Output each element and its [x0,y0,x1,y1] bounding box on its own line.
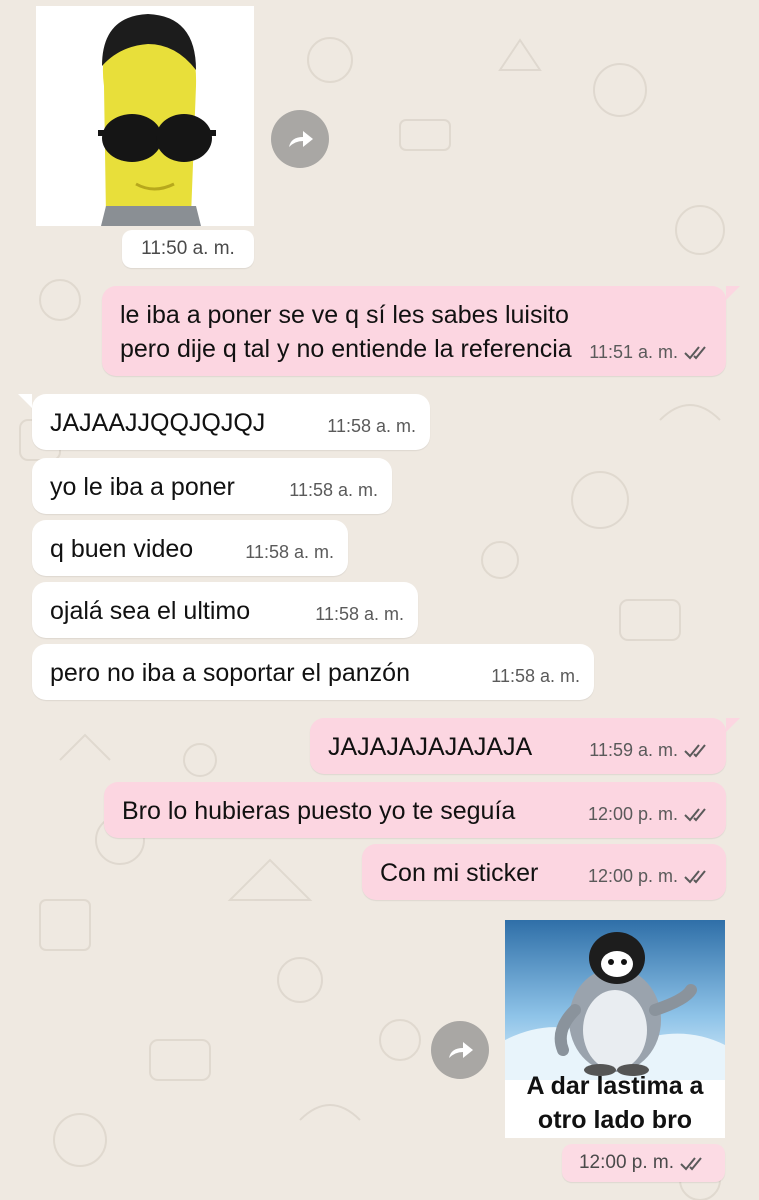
timestamp: 11:50 a. m. [141,238,235,259]
message-meta: 12:00 p. m. [588,797,712,831]
message-text: Bro lo hubieras puesto yo te seguía [122,797,516,825]
message-meta: 11:58 a. m. [245,535,334,569]
sticker-timestamp: 11:50 a. m. [122,230,254,268]
timestamp: 11:58 a. m. [327,416,416,436]
message-text: JAJAJAJAJAJAJA [328,733,533,761]
forward-arrow-icon [289,131,313,147]
message-meta: 12:00 p. m. [588,859,712,893]
message-bubble-incoming[interactable]: pero no iba a soportar el panzón 11:58 a… [32,644,594,700]
sticker-caption-line2: otro lado bro [537,1106,693,1134]
message-meta: 11:58 a. m. [491,659,580,693]
timestamp: 11:58 a. m. [491,666,580,686]
message-text: ojalá sea el ultimo [50,597,251,625]
timestamp: 12:00 p. m. [578,1152,675,1173]
sticker-timestamp: 12:00 p. m. [562,1144,725,1182]
message-bubble-outgoing[interactable]: Con mi sticker 12:00 p. m. [362,844,726,900]
message-text: Con mi sticker [380,859,539,887]
bubble-tail [726,718,740,732]
bubble-tail [726,286,740,300]
bubble-tail [18,394,32,408]
read-receipt-icon [684,744,706,758]
sticker-penguin[interactable]: A dar lastima a otro lado bro [505,920,725,1138]
message-bubble-incoming[interactable]: JAJAAJJQQJQJQJ 11:58 a. m. [32,394,430,450]
sticker-banana-man[interactable] [36,6,254,226]
timestamp: 11:51 a. m. [589,342,678,362]
message-text: yo le iba a poner [50,473,235,501]
message-bubble-incoming[interactable]: ojalá sea el ultimo 11:58 a. m. [32,582,418,638]
timestamp: 12:00 p. m. [587,804,678,824]
message-bubble-outgoing[interactable]: le iba a poner se ve q sí les sabes luis… [102,286,726,376]
message-text: le iba a poner se ve q sí les sabes luis… [120,301,572,363]
message-meta: 11:58 a. m. [289,473,378,507]
timestamp: 11:58 a. m. [245,542,334,562]
timestamp: 11:58 a. m. [315,604,404,624]
forward-arrow-icon [449,1042,473,1058]
forward-button[interactable] [271,110,329,168]
message-meta: 11:51 a. m. [589,335,712,369]
forward-button[interactable] [431,1021,489,1079]
read-receipt-icon [684,808,706,822]
message-meta: 11:58 a. m. [315,597,404,631]
message-meta: 11:59 a. m. [589,733,712,767]
message-meta: 11:58 a. m. [327,409,416,443]
read-receipt-icon [680,1157,702,1171]
timestamp: 11:59 a. m. [589,740,678,760]
message-text: JAJAAJJQQJQJQJ [50,409,266,437]
message-bubble-incoming[interactable]: q buen video 11:58 a. m. [32,520,348,576]
message-bubble-incoming[interactable]: yo le iba a poner 11:58 a. m. [32,458,392,514]
timestamp: 12:00 p. m. [587,866,678,886]
read-receipt-icon [684,870,706,884]
message-bubble-outgoing[interactable]: JAJAJAJAJAJAJA 11:59 a. m. [310,718,726,774]
sticker-caption-line1: A dar lastima a [526,1072,704,1100]
message-text: q buen video [50,535,194,563]
message-text: pero no iba a soportar el panzón [50,659,410,687]
banana-man-sunglasses-sticker-icon [36,6,254,226]
message-bubble-outgoing[interactable]: Bro lo hubieras puesto yo te seguía 12:0… [104,782,726,838]
timestamp: 11:58 a. m. [289,480,378,500]
read-receipt-icon [684,346,706,360]
